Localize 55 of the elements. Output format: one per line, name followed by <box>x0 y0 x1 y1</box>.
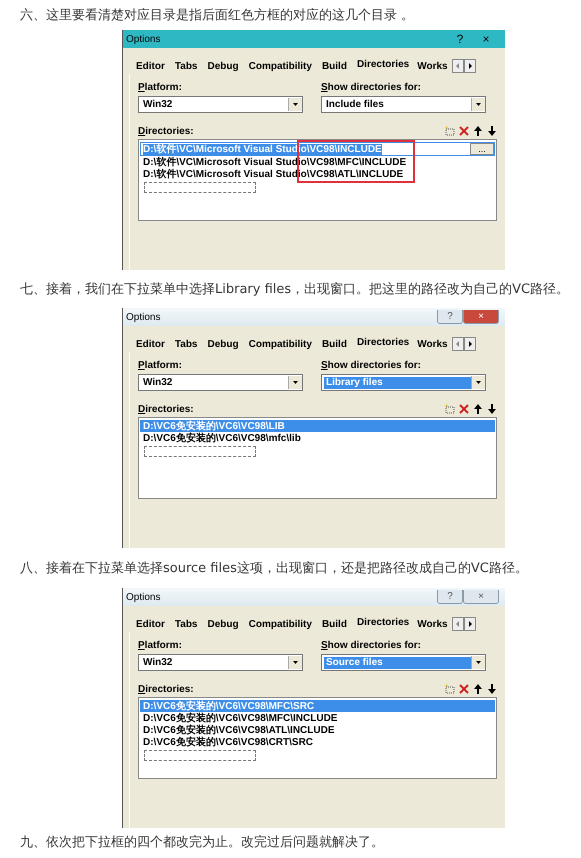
delete-icon[interactable] <box>459 404 469 414</box>
step-text: 六、这里要看清楚对应目录是指后面红色方框的对应的这几个目录 。 <box>20 7 416 25</box>
scroll-right-icon[interactable] <box>464 617 476 631</box>
platform-label: Platform: <box>138 360 183 371</box>
new-entry-slot[interactable] <box>144 182 256 193</box>
directory-item[interactable]: D:\VC6免安装的\VC6\VC98\ATL\INCLUDE <box>140 724 495 736</box>
directory-item[interactable]: D:\VC6免安装的\VC6\VC98\mfc\lib <box>140 432 495 444</box>
new-folder-icon[interactable] <box>445 126 455 136</box>
show-directories-label: Show directories for: <box>321 360 422 371</box>
step-text: 九、依次把下拉框的四个都改完为止。改完过后问题就解决了。 <box>20 834 385 852</box>
show-directories-label: Show directories for: <box>321 82 422 93</box>
directories-label: Directories: <box>138 126 195 136</box>
caret-icon <box>471 98 485 111</box>
browse-button[interactable]: ... <box>470 143 494 155</box>
new-folder-icon[interactable] <box>445 404 455 414</box>
show-directories-label: Show directories for: <box>321 640 422 651</box>
scroll-right-icon[interactable] <box>464 337 476 351</box>
platform-dropdown[interactable]: Win32 <box>138 654 303 671</box>
platform-dropdown[interactable]: Win32 <box>138 374 303 391</box>
close-button[interactable]: × <box>473 31 499 47</box>
close-button[interactable]: × <box>463 590 499 604</box>
help-button[interactable]: ? <box>437 310 463 324</box>
delete-icon[interactable] <box>459 684 469 694</box>
down-arrow-icon[interactable] <box>487 684 497 694</box>
caret-icon <box>471 376 485 389</box>
window-title: Options <box>126 312 162 322</box>
caret-icon <box>288 656 302 669</box>
platform-label: Platform: <box>138 82 183 93</box>
platform-label: Platform: <box>138 640 183 651</box>
caret-icon <box>288 376 302 389</box>
directories-label: Directories: <box>138 404 195 414</box>
delete-icon[interactable] <box>459 126 469 136</box>
window-title: Options <box>126 34 162 44</box>
new-entry-slot[interactable] <box>144 750 256 761</box>
up-arrow-icon[interactable] <box>473 684 483 694</box>
platform-dropdown[interactable]: Win32 <box>138 96 303 113</box>
down-arrow-icon[interactable] <box>487 404 497 414</box>
directory-item[interactable]: D:\VC6免安装的\VC6\VC98\CRT\SRC <box>140 736 495 748</box>
new-folder-icon[interactable] <box>445 684 455 694</box>
down-arrow-icon[interactable] <box>487 126 497 136</box>
help-button[interactable]: ? <box>447 31 473 47</box>
directories-label: Directories: <box>138 684 195 694</box>
directory-item[interactable]: D:\VC6免安装的\VC6\VC98\MFC\INCLUDE <box>140 712 495 724</box>
new-entry-slot[interactable] <box>144 446 256 457</box>
up-arrow-icon[interactable] <box>473 404 483 414</box>
show-directories-dropdown[interactable]: Include files <box>321 96 486 113</box>
caret-icon <box>288 98 302 111</box>
window-title: Options <box>126 592 162 602</box>
help-button[interactable]: ? <box>437 590 463 604</box>
scroll-right-icon[interactable] <box>464 59 476 73</box>
up-arrow-icon[interactable] <box>473 126 483 136</box>
step-text: 八、接着在下拉菜单选择source files这项，出现窗口，还是把路径改成自己的VC路径。 <box>20 560 529 578</box>
caret-icon <box>471 656 485 669</box>
close-button[interactable]: × <box>463 310 499 324</box>
step-text: 七、接着，我们在下拉菜单中选择Library files，出现窗口。把这里的路径改为自己的VC路径。 <box>20 281 570 299</box>
